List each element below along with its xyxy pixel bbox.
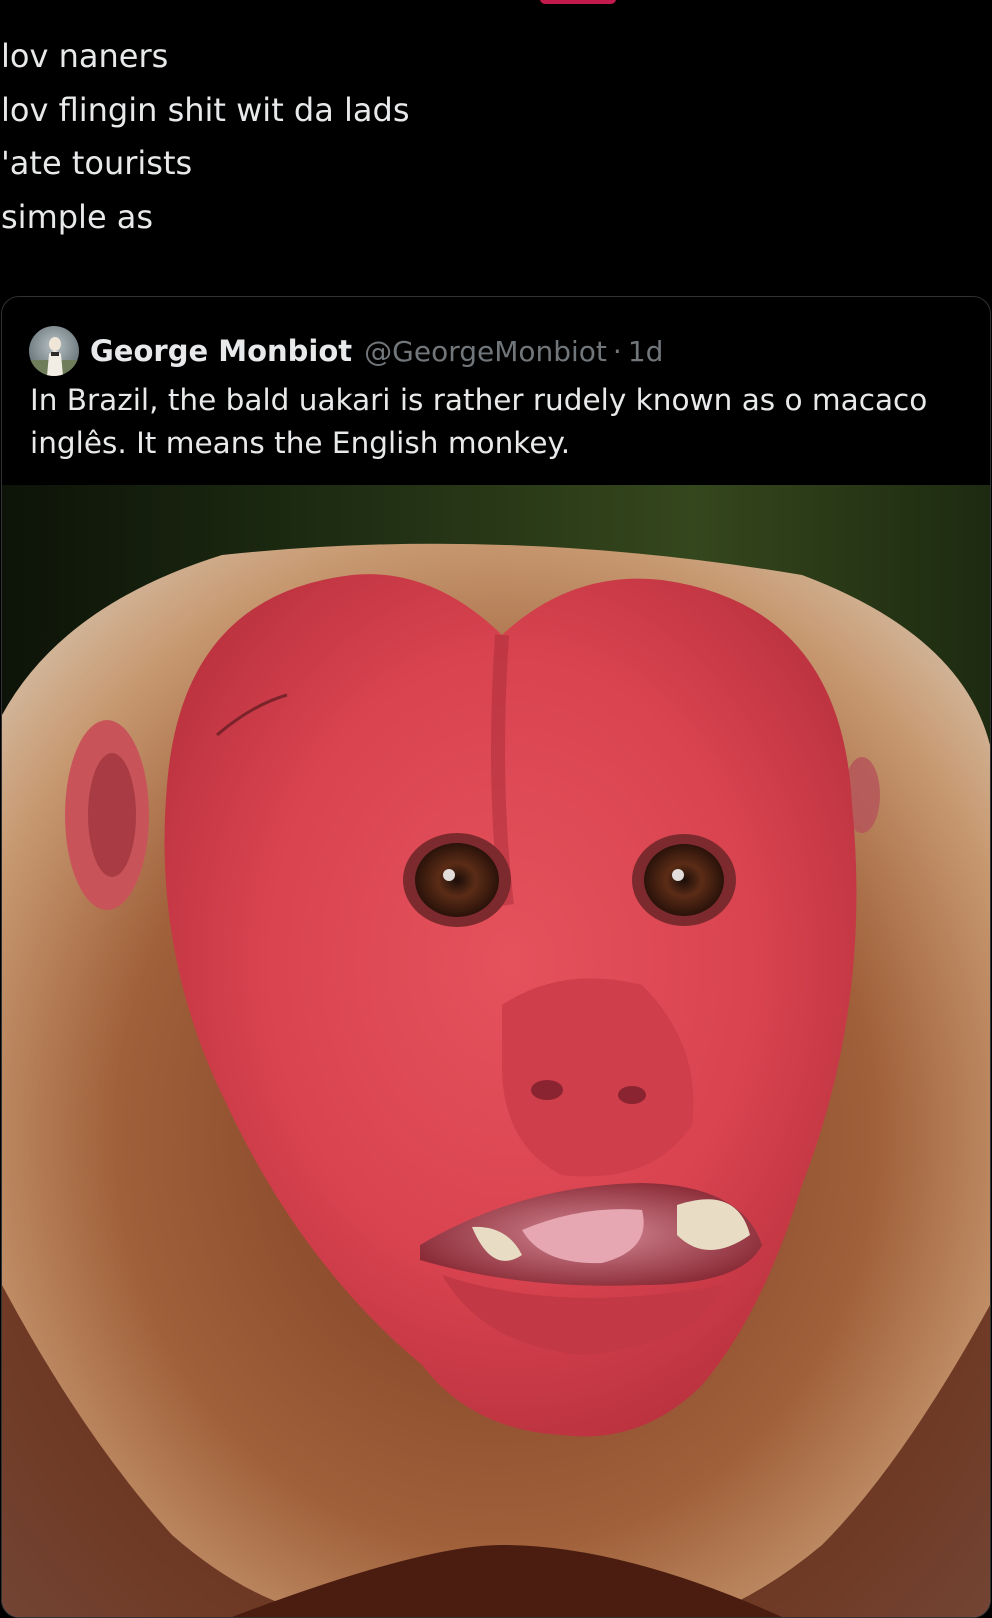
post-text: lov naners lov flingin shit wit da lads … bbox=[1, 30, 409, 244]
author-handle[interactable]: @GeorgeMonbiot bbox=[364, 335, 607, 368]
quoted-post-header: George Monbiot @GeorgeMonbiot · 1d bbox=[29, 325, 663, 377]
author-name[interactable]: George Monbiot bbox=[90, 334, 352, 368]
author-avatar[interactable] bbox=[29, 326, 79, 376]
separator-dot: · bbox=[612, 334, 622, 368]
top-accent-bar bbox=[540, 0, 616, 4]
uakari-monkey-photo[interactable] bbox=[2, 485, 990, 1617]
post-line: lov flingin shit wit da lads bbox=[1, 90, 410, 129]
post-timestamp[interactable]: 1d bbox=[628, 335, 664, 368]
quoted-post-card[interactable]: George Monbiot @GeorgeMonbiot · 1d In Br… bbox=[1, 296, 991, 1618]
quoted-post-text: In Brazil, the bald uakari is rather rud… bbox=[30, 383, 928, 460]
post-line: simple as bbox=[1, 197, 154, 236]
post-line: 'ate tourists bbox=[1, 144, 193, 182]
post-line: lov naners bbox=[1, 37, 169, 75]
